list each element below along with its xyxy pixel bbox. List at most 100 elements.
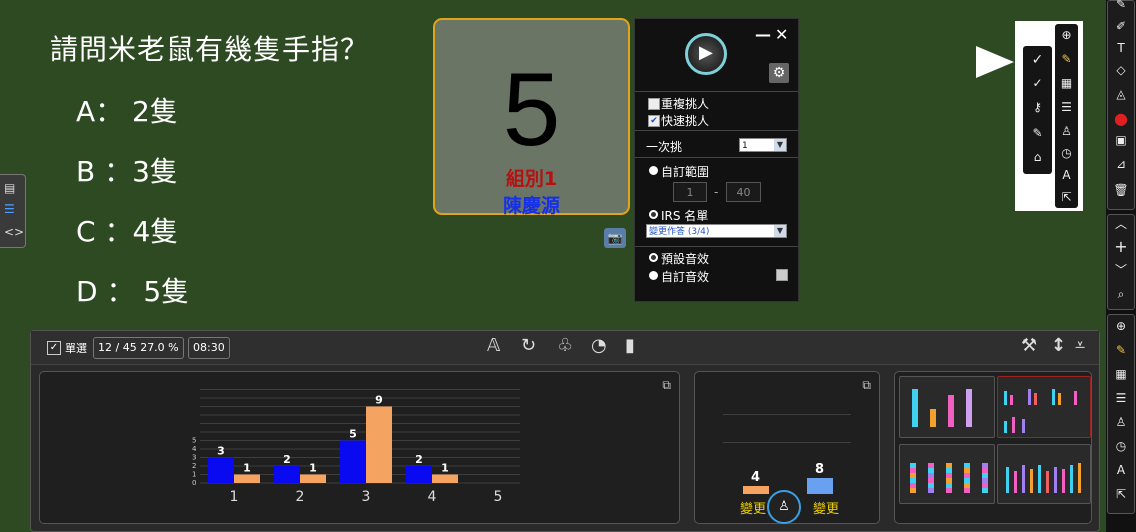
double-check-icon[interactable]: ✓ <box>1023 76 1052 90</box>
range-from-input[interactable]: 1 <box>673 182 707 202</box>
list-icon[interactable]: ☰ <box>1108 391 1134 405</box>
wrench-icon[interactable]: ⚒ <box>1021 335 1037 356</box>
response-panel: ✓ 單選 12 / 45 27.0 % 08:30 𝔸 ↻ ♧ ◔ ▮ ⚒ ↕ … <box>30 330 1100 532</box>
tray-icon[interactable]: ⌂ <box>1023 150 1052 164</box>
bar-value-label: 1 <box>309 462 317 475</box>
chart-bar <box>340 440 366 483</box>
user-icon[interactable]: ♙ <box>1055 124 1078 138</box>
bar-value-label: 1 <box>243 462 251 475</box>
add-page-icon[interactable]: ⊕ <box>1108 319 1134 333</box>
single-select-checkbox[interactable]: ✓ <box>47 341 61 355</box>
document-icon[interactable]: ▤ <box>4 181 15 195</box>
fill-icon[interactable]: ◬ <box>1108 87 1134 101</box>
custom-sound-radio[interactable] <box>649 271 658 280</box>
code-icon[interactable]: <> <box>4 225 24 239</box>
key-x-icon[interactable]: ⚷ <box>1023 100 1052 114</box>
picker-panel: ▶ — ✕ ⚙ 重複挑人 ✔ 快速挑人 一次挑 1 ▼ 自訂範圍 1 - 40 I… <box>634 18 799 302</box>
summary-grid-line <box>723 442 851 443</box>
repeat-pick-checkbox[interactable] <box>648 98 660 110</box>
y-tick-label: 4 <box>192 445 197 453</box>
check-icon[interactable]: ✓ <box>1023 52 1052 68</box>
text-icon[interactable]: A <box>1108 463 1134 477</box>
quick-pick-checkbox[interactable]: ✔ <box>648 115 660 127</box>
chart-thumbnail[interactable] <box>899 376 995 438</box>
summary-bar <box>807 478 833 494</box>
chart-thumbnail[interactable] <box>997 444 1091 504</box>
summary-chart-panel: ⧉ 4 8 變更 變更 ♙ <box>694 371 880 524</box>
edit-box-icon[interactable]: ✎ <box>1023 126 1052 140</box>
camera-icon[interactable]: 📷 <box>604 228 626 248</box>
palette-icon[interactable]: ● <box>1108 109 1134 128</box>
summary-grid-line <box>723 414 851 415</box>
pie-chart-icon[interactable]: ◔ <box>591 335 607 356</box>
picked-number: 5 <box>502 52 561 168</box>
custom-sound-file-button[interactable] <box>776 269 788 281</box>
chart-bar <box>432 474 458 483</box>
y-tick-label: 2 <box>192 462 196 470</box>
response-toolbar: ✓ 單選 12 / 45 27.0 % 08:30 𝔸 ↻ ♧ ◔ ▮ ⚒ ↕ … <box>31 331 1099 365</box>
plus-icon[interactable]: + <box>1108 237 1134 256</box>
text-icon[interactable]: A <box>1055 168 1078 182</box>
bar-chart-icon[interactable]: ▮ <box>625 335 635 356</box>
bar-value-label: 5 <box>349 428 357 441</box>
x-tick-label: 4 <box>428 489 437 505</box>
chart-bar <box>208 457 234 483</box>
trash-icon[interactable]: 🗑 <box>1108 183 1134 197</box>
chart-bar <box>234 474 260 483</box>
summary-expand-icon[interactable]: ⧉ <box>862 378 871 393</box>
export-icon[interactable]: ⇱ <box>1055 190 1078 204</box>
export-icon[interactable]: ⇱ <box>1108 487 1134 501</box>
marker-icon[interactable]: ✐ <box>1108 19 1134 33</box>
collapse-icon[interactable]: ⩡ <box>1075 335 1085 356</box>
pick-count-select[interactable]: 1 ▼ <box>739 138 787 152</box>
chart-bar <box>300 474 326 483</box>
student-answers-button[interactable]: ♙ <box>767 490 801 524</box>
x-tick-label: 5 <box>494 489 503 505</box>
custom-range-radio[interactable] <box>649 166 658 175</box>
timer-icon[interactable]: ◷ <box>1055 146 1078 160</box>
y-tick-label: 1 <box>192 471 196 479</box>
text-tool-icon[interactable]: T <box>1108 41 1134 55</box>
chevron-up-icon[interactable]: ︿ <box>1108 215 1134 232</box>
chart-thumbnail[interactable] <box>997 376 1091 438</box>
response-count: 12 / 45 27.0 % <box>93 337 184 359</box>
list-icon[interactable]: ☰ <box>1055 100 1078 114</box>
eraser-icon[interactable]: ◇ <box>1108 63 1134 77</box>
zoom-icon[interactable]: ⌕ <box>1108 287 1134 302</box>
screenshot-icon[interactable]: ▣ <box>1108 133 1134 147</box>
pick-count-label: 一次挑 <box>646 140 683 154</box>
resize-vertical-icon[interactable]: ↕ <box>1051 335 1066 356</box>
list-icon[interactable]: ☰ <box>4 202 15 216</box>
default-sound-radio[interactable] <box>649 253 658 262</box>
summary-bar <box>743 486 769 494</box>
pen-icon[interactable]: ✎ <box>1055 52 1078 66</box>
gear-icon[interactable]: ⚙ <box>769 63 789 83</box>
bar-chart-panel: ⧉ 0123453112125932145 <box>39 371 680 524</box>
irs-list-select[interactable]: 變更作答 (3/4) ▼ <box>646 224 787 238</box>
irs-list-radio[interactable] <box>649 210 658 219</box>
chart-thumbnail[interactable] <box>899 444 995 504</box>
add-page-icon[interactable]: ⊕ <box>1055 28 1078 42</box>
chart-bar <box>366 406 392 483</box>
stamp-icon[interactable]: ⊿ <box>1108 157 1134 171</box>
answer-font-icon[interactable]: 𝔸 <box>487 335 500 356</box>
option-a: A： 2隻 <box>76 95 178 128</box>
picked-name: 陳慶源 <box>502 195 560 217</box>
play-button[interactable]: ▶ <box>685 33 727 75</box>
question-title: 請問米老鼠有幾隻手指？ <box>50 33 370 66</box>
x-tick-label: 1 <box>230 489 239 505</box>
timer-icon[interactable]: ◷ <box>1108 439 1134 453</box>
range-to-input[interactable]: 40 <box>726 182 761 202</box>
user-icon[interactable]: ♙ <box>1108 415 1134 429</box>
grid-icon[interactable]: ▦ <box>1108 367 1134 381</box>
mark-tool-panel: ✓ ✓ ⚷ ✎ ⌂ <box>1023 46 1052 174</box>
close-button[interactable]: ✕ <box>775 25 788 44</box>
club-icon[interactable]: ♧ <box>557 335 573 356</box>
grid-icon[interactable]: ▦ <box>1055 76 1078 90</box>
minimize-button[interactable]: — <box>755 25 771 44</box>
chevron-down-icon[interactable]: ﹀ <box>1108 261 1134 278</box>
pen-icon[interactable]: ✎ <box>1108 343 1134 357</box>
single-select-label: 單選 <box>65 342 87 355</box>
pencil-icon[interactable]: ✎ <box>1108 0 1134 11</box>
refresh-icon[interactable]: ↻ <box>521 335 536 356</box>
